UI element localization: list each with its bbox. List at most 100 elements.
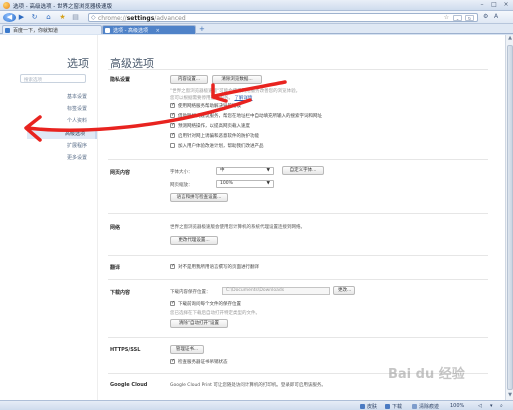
divider [108,255,488,256]
dropdown-arrow-icon: ▼ [266,168,270,173]
language-settings-button[interactable]: 语言和拼写检查设置... [170,193,228,202]
divider [108,69,488,70]
scroll-down-arrow-icon[interactable]: ▼ [506,392,513,400]
maximize-button[interactable]: □ [490,1,498,8]
vertical-scrollbar[interactable]: ▲ ▼ [505,35,513,400]
status-bar: 皮肤 下载 清除痕迹 100% ◁ ▾ ⌕ [0,400,513,410]
new-tab-plus-icon[interactable]: + [199,25,205,33]
clear-traces-button[interactable]: 清除痕迹 [412,403,439,410]
baidu-watermark: Bai du 经验 [388,367,465,382]
favorites-star-icon[interactable]: ★ [58,13,67,22]
content-settings-button[interactable]: 内容设置... [170,75,208,84]
font-size-select[interactable]: 中 ▼ [216,167,274,175]
checkbox-phishing-protection[interactable] [170,132,175,138]
window-title: 选项 - 高级选项 - 世界之窗浏览器极速版 [13,4,112,10]
settings-gear-icon[interactable]: ⚙ [483,13,488,20]
sidebar-item-tabs[interactable]: 标签设置 [39,105,89,114]
tab-close-icon[interactable]: × [156,28,160,34]
bookmark-star-icon[interactable]: ☆ [444,14,449,21]
refresh-icon[interactable]: ↻ [30,13,39,22]
checkbox-prefetch[interactable] [170,122,175,128]
sidebar-item-advanced[interactable]: 高级选项 [27,130,97,139]
divider [108,213,488,214]
page-content: 选项 搜索选项 基本设置 标签设置 个人资料 高级选项 扩展程序 更多设置 高级… [0,35,505,400]
privacy-description-2: 您可以根据需要停用这些服务。 了解详情 [170,96,253,101]
checkbox-label: 启用针对网上诱骗和恶意软件的防护功能 [178,134,259,139]
divider [108,337,488,338]
checkbox-ux-program[interactable] [170,143,175,148]
search-settings-input[interactable]: 搜索选项 [20,74,86,83]
font-size-icon[interactable]: A [494,13,498,20]
tab-label: 选项 - 高级选项 [113,28,148,34]
sidebar-title: 选项 [67,57,89,70]
page-icon: ▤ [72,13,79,21]
page-zoom-select[interactable]: 100% ▼ [216,180,274,188]
network-section-label: 网络 [110,225,121,231]
cloud-description: Google Cloud Print 可让您随处访问计算机的打印机。登录即可启用… [170,383,326,388]
divider [108,279,488,280]
skin-button[interactable]: 皮肤 [360,403,377,410]
checkbox-label: 预测网络操作，以提高网页载入速度 [178,124,250,129]
settings-sidebar: 选项 搜索选项 基本设置 标签设置 个人资料 高级选项 扩展程序 更多设置 [0,35,98,400]
checkbox-label: 下载前询问每个文件的保存位置 [178,302,241,307]
zoom-level[interactable]: 100% [450,403,464,409]
tab-label: 百度一下，你就知道 [13,28,59,34]
change-download-location-button[interactable]: 更改... [333,286,355,295]
network-description: 世界之窗浏览器极速版会使用您计算机的系统代理设置连接到网络。 [170,225,305,230]
privacy-section-label: 隐私设置 [110,77,131,83]
translate-section-label: 翻译 [110,265,121,271]
close-button[interactable]: × [502,1,510,8]
checkbox-nav-errors[interactable] [170,102,175,108]
sidebar-item-more[interactable]: 更多设置 [39,154,89,163]
baidu-favicon-icon [5,28,10,33]
sidebar-item-profile[interactable]: 个人资料 [39,117,89,126]
sidebar-item-extensions[interactable]: 扩展程序 [39,142,89,151]
zoom-icon[interactable]: ⌕ [500,403,503,409]
dropdown-chevron-icon[interactable]: ⌄ [453,15,462,21]
download-path-field: C:\Documents\Downloads [222,287,330,295]
forward-arrow-icon[interactable]: ▶ [17,13,26,22]
refresh-small-icon[interactable]: ↻ [465,15,474,21]
clear-browsing-data-button[interactable]: 清除浏览数据... [212,75,262,84]
divider [108,159,488,160]
tab-settings[interactable]: 选项 - 高级选项 × [102,25,196,34]
settings-favicon-icon [105,28,110,33]
checkbox-label: 借助联想式建议服务，帮您在地址栏中自动填充所输入的搜索字词和网址 [178,114,322,119]
cloud-section-label: Google Cloud [110,382,148,388]
download-location-label: 下载内容保存位置： [170,290,211,295]
page-zoom-label: 网页缩放： [170,183,193,188]
scroll-thumb[interactable] [507,45,513,390]
browser-logo-icon [3,2,10,9]
learn-more-link[interactable]: 了解详情 [234,96,252,101]
customize-fonts-button[interactable]: 自定义字体... [282,166,324,175]
checkbox-label: 加入用户体验改进计划，帮助我们改进产品 [178,144,264,149]
web-content-section-label: 网页内容 [110,170,131,176]
privacy-description: "世界之窗浏览器极速版"可能会使用网络服务改善您的浏览体验。 [170,89,301,94]
clear-auto-open-button[interactable]: 清除"自动打开"设置 [170,319,228,328]
sidebar-item-basic[interactable]: 基本设置 [39,93,89,102]
minimize-button[interactable]: – [478,1,486,8]
scroll-up-arrow-icon[interactable]: ▲ [506,35,513,43]
tab-baidu[interactable]: 百度一下，你就知道 [2,25,102,34]
speaker-icon[interactable]: ◁ [478,403,482,409]
address-bar[interactable]: ◇ chrome://settings/advanced ☆ ⌄ ↻ [88,13,478,22]
dropdown-arrow-icon: ▼ [266,181,270,186]
home-icon[interactable]: ⌂ [44,13,53,22]
checkbox-suggestions[interactable] [170,112,175,118]
checkbox-translate[interactable] [170,263,175,269]
font-size-label: 字体大小： [170,170,193,175]
broom-icon [412,404,417,409]
zoom-out-icon[interactable]: ▾ [490,403,493,409]
checkbox-cert-revocation[interactable] [170,358,175,364]
checkbox-ask-download-location[interactable] [170,300,175,306]
downloads-section-label: 下载内容 [110,290,131,296]
back-arrow-icon[interactable]: ◀ [3,13,16,22]
change-proxy-button[interactable]: 更改代理设置... [170,236,218,245]
tab-bar: 百度一下，你就知道 选项 - 高级选项 × + [0,24,513,34]
title-bar: 选项 - 高级选项 - 世界之窗浏览器极速版 – □ × [0,0,513,11]
manage-certificates-button[interactable]: 管理证书... [170,345,204,354]
checkbox-label: 对不是用我所用语言撰写的页面进行翻译 [178,265,259,270]
navigation-toolbar: ◀ ▶ ↻ ⌂ ★ ▤ ◇ chrome://settings/advanced… [0,11,513,24]
downloads-button[interactable]: 下载 [385,403,402,410]
skin-icon [360,404,365,409]
